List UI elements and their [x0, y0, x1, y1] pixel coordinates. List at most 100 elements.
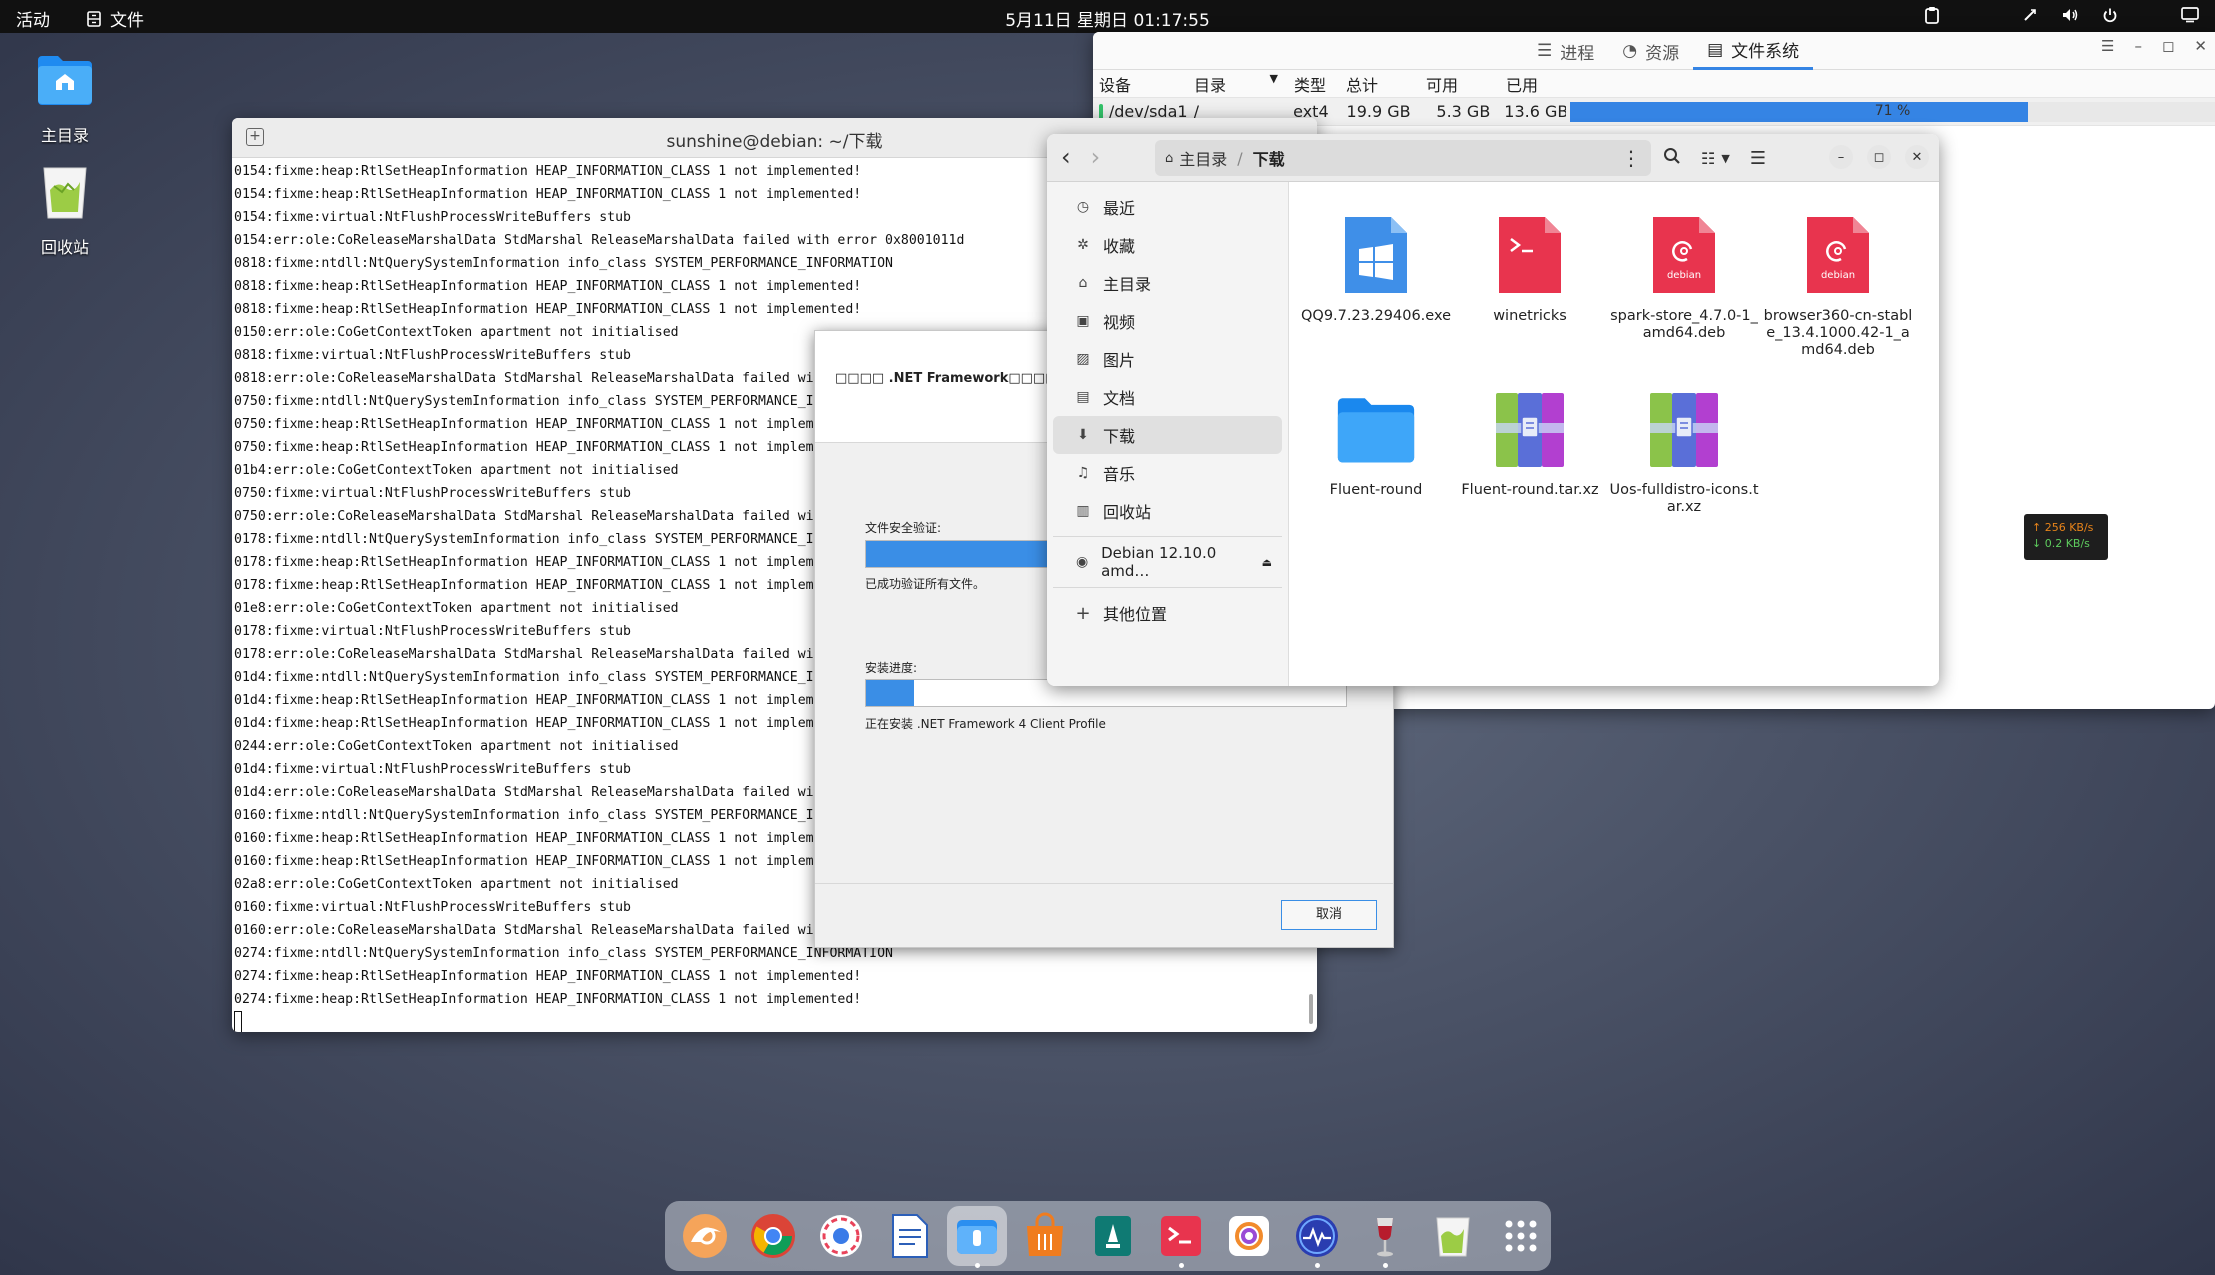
- script-icon: [1490, 212, 1570, 298]
- view-options-dropdown-icon[interactable]: ▼: [1721, 152, 1729, 165]
- column-total[interactable]: 总计: [1340, 72, 1420, 96]
- sidebar-item-home[interactable]: ⌂ 主目录: [1053, 264, 1282, 302]
- list-view-icon[interactable]: ☷: [1701, 149, 1715, 168]
- clipboard-icon[interactable]: [1921, 4, 1943, 26]
- minimize-icon[interactable]: –: [2134, 37, 2142, 55]
- sidebar-item-trash[interactable]: ▥ 回收站: [1053, 492, 1282, 530]
- file-item[interactable]: debian spark-store_4.7.0-1_amd64.deb: [1609, 212, 1759, 342]
- dock-system-monitor-icon[interactable]: [1287, 1206, 1347, 1268]
- desktop-trash[interactable]: 回收站: [10, 160, 120, 258]
- verify-status: 已成功验证所有文件。: [865, 577, 986, 591]
- clock[interactable]: 5月11日 星期日 01:17:55: [0, 6, 2215, 31]
- maximize-icon[interactable]: ◻: [1867, 145, 1891, 169]
- file-item[interactable]: Uos-fulldistro-icons.tar.xz: [1609, 386, 1759, 516]
- folder-icon: [1336, 386, 1416, 472]
- archive-icon: [1644, 386, 1724, 472]
- desktop-home-folder[interactable]: 主目录: [10, 48, 120, 146]
- path-bar[interactable]: ⌂ 主目录 / 下载 ⋮: [1155, 140, 1651, 176]
- tab-processes[interactable]: ☰ 进程: [1523, 32, 1608, 70]
- column-device[interactable]: 设备: [1093, 72, 1188, 96]
- dock: [665, 1201, 1551, 1271]
- sidebar-item-recent[interactable]: ◷ 最近: [1053, 188, 1282, 226]
- hamburger-menu-icon[interactable]: ☰: [1750, 148, 1766, 169]
- install-progress-fill: [866, 680, 914, 706]
- file-item[interactable]: QQ9.7.23.29406.exe: [1301, 212, 1451, 325]
- display-icon[interactable]: [2179, 4, 2201, 26]
- sidebar-item-starred[interactable]: ✲ 收藏: [1053, 226, 1282, 264]
- clock-icon: ◷: [1076, 199, 1090, 215]
- usage-percent: 71 %: [1874, 102, 1911, 119]
- install-label: 安装进度:: [865, 661, 918, 675]
- dock-wine-icon[interactable]: [1355, 1206, 1415, 1268]
- close-icon[interactable]: ✕: [2194, 37, 2207, 55]
- verify-label: 文件安全验证:: [865, 521, 942, 535]
- dock-files-icon[interactable]: [947, 1206, 1007, 1268]
- file-name: winetricks: [1493, 308, 1567, 324]
- sidebar-item-pictures[interactable]: ▨ 图片: [1053, 340, 1282, 378]
- back-icon[interactable]: ‹: [1061, 144, 1071, 170]
- plus-icon: +: [1075, 602, 1091, 624]
- eject-icon[interactable]: ⏏: [1262, 556, 1272, 569]
- search-icon[interactable]: [1663, 147, 1681, 170]
- running-indicator: [975, 1263, 980, 1268]
- dock-app-grid-icon[interactable]: [1491, 1206, 1551, 1266]
- file-item[interactable]: debian browser360-cn-stable_13.4.1000.42…: [1763, 212, 1913, 359]
- cancel-button[interactable]: 取消: [1281, 900, 1377, 930]
- gauge-icon: ◔: [1622, 41, 1638, 61]
- file-name: Fluent-round: [1329, 482, 1423, 498]
- debian-package-icon: debian: [1798, 212, 1878, 298]
- file-name: QQ9.7.23.29406.exe: [1301, 308, 1452, 324]
- file-name: Uos-fulldistro-icons.tar.xz: [1609, 482, 1759, 515]
- dock-trash-icon[interactable]: [1423, 1206, 1483, 1266]
- tab-filesystems[interactable]: ▤ 文件系统: [1693, 32, 1814, 70]
- column-type[interactable]: 类型: [1288, 72, 1340, 96]
- dock-screenshot-icon[interactable]: [811, 1206, 871, 1266]
- table-header: 设备 目录 ▼ 类型 总计 可用 已用: [1093, 70, 2215, 98]
- menu-icon[interactable]: ☰: [2101, 37, 2114, 55]
- upload-speed: ↑ 256 KB/s: [2032, 521, 2094, 534]
- minimize-icon[interactable]: –: [1829, 145, 1853, 169]
- music-icon: ♫: [1076, 465, 1090, 481]
- dock-text-editor-icon[interactable]: [879, 1206, 939, 1266]
- desktop-home-label: 主目录: [40, 126, 89, 145]
- network-icon[interactable]: [2019, 4, 2041, 26]
- power-icon[interactable]: [2099, 4, 2121, 26]
- file-item[interactable]: winetricks: [1455, 212, 1605, 325]
- file-name: browser360-cn-stable_13.4.1000.42-1_amd6…: [1763, 308, 1913, 358]
- volume-icon[interactable]: [2059, 4, 2081, 26]
- picture-icon: ▨: [1076, 351, 1090, 367]
- column-directory[interactable]: 目录 ▼: [1188, 72, 1288, 96]
- sidebar-item-documents[interactable]: ▤ 文档: [1053, 378, 1282, 416]
- debian-badge: debian: [1821, 270, 1855, 281]
- terminal-scrollbar[interactable]: [1309, 994, 1313, 1024]
- column-used[interactable]: 已用: [1500, 72, 1700, 96]
- dock-package-installer-icon[interactable]: [1083, 1206, 1143, 1266]
- dock-app-store-icon[interactable]: [1015, 1206, 1075, 1266]
- maximize-icon[interactable]: ◻: [2162, 37, 2174, 55]
- usage-bar: 71 %: [1570, 101, 2215, 122]
- dock-terminal-icon[interactable]: [1151, 1206, 1211, 1268]
- sidebar-item-other-locations[interactable]: + 其他位置: [1053, 594, 1282, 632]
- debian-badge: debian: [1667, 270, 1701, 281]
- net-speed-widget[interactable]: ↑ 256 KB/s ↓ 0.2 KB/s: [2024, 514, 2108, 560]
- sidebar-item-videos[interactable]: ▣ 视频: [1053, 302, 1282, 340]
- dock-chrome-icon[interactable]: [743, 1206, 803, 1266]
- close-icon[interactable]: ✕: [1905, 145, 1929, 169]
- sidebar-item-drive[interactable]: ◉ Debian 12.10.0 amd… ⏏: [1053, 543, 1282, 581]
- file-name: Fluent-round.tar.xz: [1461, 482, 1599, 498]
- file-name: spark-store_4.7.0-1_amd64.deb: [1610, 308, 1758, 341]
- file-item[interactable]: Fluent-round: [1301, 386, 1451, 499]
- cell-free: 5.3 GB: [1436, 102, 1491, 121]
- breadcrumb-current[interactable]: 下载: [1243, 146, 1295, 170]
- dock-deepin-icon[interactable]: [675, 1206, 735, 1266]
- trash-bin-icon: [43, 167, 87, 219]
- dock-image-viewer-icon[interactable]: [1219, 1206, 1279, 1266]
- sidebar-item-music[interactable]: ♫ 音乐: [1053, 454, 1282, 492]
- breadcrumb-home[interactable]: ⌂ 主目录: [1155, 146, 1237, 170]
- column-free[interactable]: 可用: [1420, 72, 1500, 96]
- tab-resources[interactable]: ◔ 资源: [1608, 32, 1693, 70]
- path-menu-icon[interactable]: ⋮: [1621, 146, 1641, 170]
- file-item[interactable]: Fluent-round.tar.xz: [1455, 386, 1605, 499]
- forward-icon[interactable]: ›: [1091, 144, 1101, 170]
- sidebar-item-downloads[interactable]: ⬇ 下载: [1053, 416, 1282, 454]
